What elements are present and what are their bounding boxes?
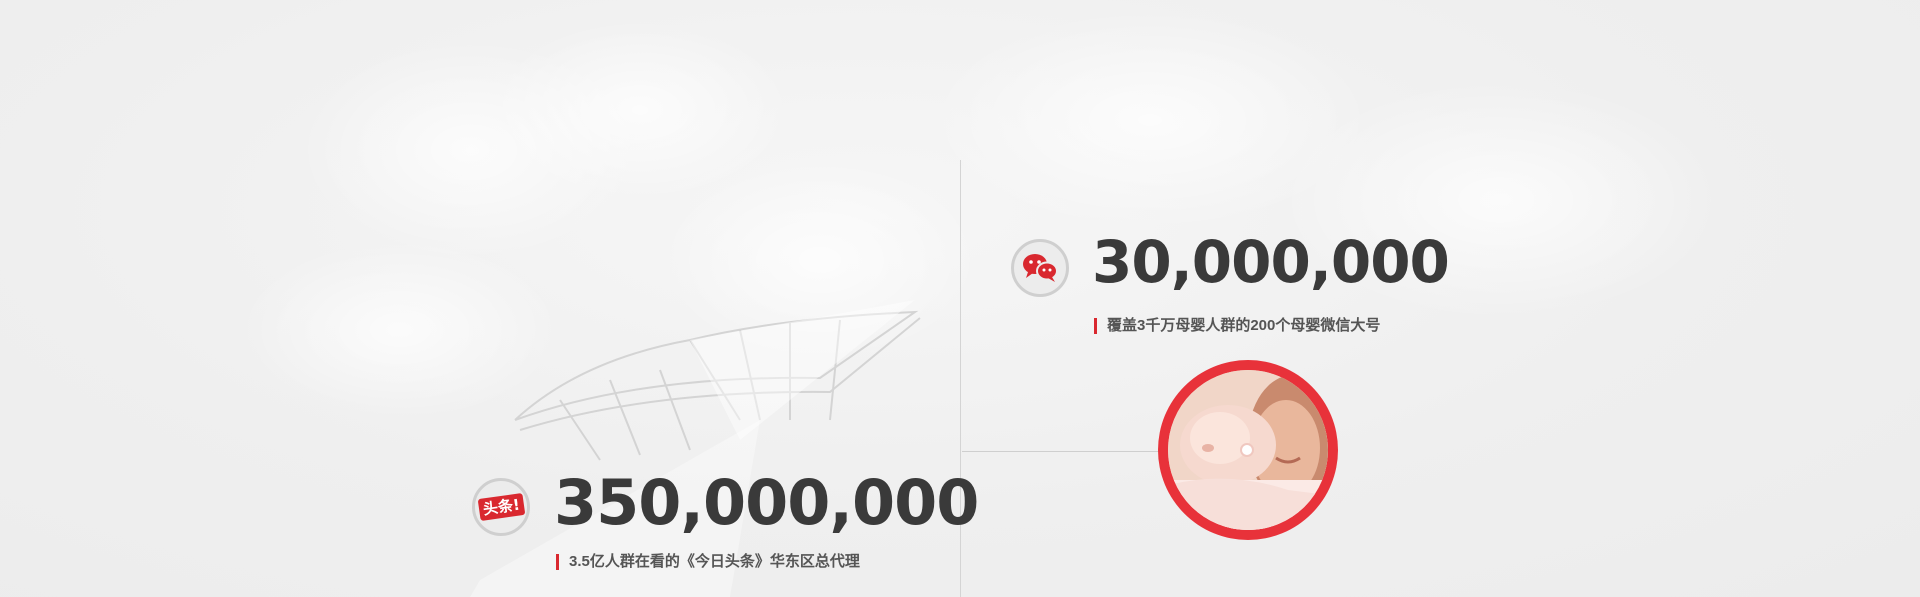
wechat-icon bbox=[1011, 239, 1069, 297]
stat-number: 350,000,000 bbox=[554, 466, 979, 539]
toutiao-logo-icon: 头条! bbox=[472, 478, 530, 536]
photo-marker-dot bbox=[1240, 443, 1254, 457]
stat-description: 覆盖3千万母婴人群的200个母婴微信大号 bbox=[1094, 318, 1380, 334]
stat-description: 3.5亿人群在看的《今日头条》华东区总代理 bbox=[556, 554, 860, 570]
toutiao-badge-label: 头条! bbox=[477, 492, 525, 522]
stat-number: 30,000,000 bbox=[1092, 228, 1450, 296]
